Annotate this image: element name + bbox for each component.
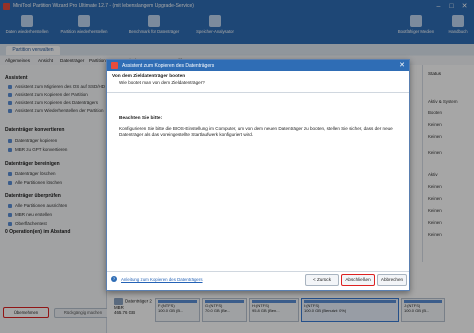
back-button[interactable]: < Zurück	[305, 274, 339, 286]
dialog-subtitle: Von dem Zieldatenträger booten	[112, 74, 186, 79]
note-text: Konfigurieren Sie bitte die BIOS-Einstel…	[119, 126, 393, 137]
copy-disk-dialog: Assistent zum Kopieren des Datenträgers …	[106, 59, 410, 291]
dialog-title: Assistent zum Kopieren des Datenträgers	[122, 63, 215, 69]
finish-button[interactable]: Abschließen	[341, 274, 375, 286]
finish-label: Abschließen	[345, 277, 371, 282]
dialog-divider	[107, 92, 409, 93]
back-label: < Zurück	[313, 277, 331, 282]
dialog-footer-divider	[107, 271, 409, 272]
note-heading: Beachten Sie bitte:	[119, 116, 163, 121]
cancel-button[interactable]: Abbrechen	[377, 274, 407, 286]
cancel-label: Abbrechen	[380, 277, 404, 282]
dialog-close-icon[interactable]: ✕	[399, 61, 405, 70]
help-icon[interactable]: ?	[111, 276, 117, 282]
dialog-title-bar: Assistent zum Kopieren des Datenträgers …	[107, 60, 409, 71]
help-link[interactable]: Anleitung zum Kopieren des Datenträgers	[121, 277, 203, 282]
dialog-app-icon	[111, 62, 118, 69]
dialog-subtitle-question: Wie bootet man von dem Zieldatenträger?	[119, 80, 205, 85]
